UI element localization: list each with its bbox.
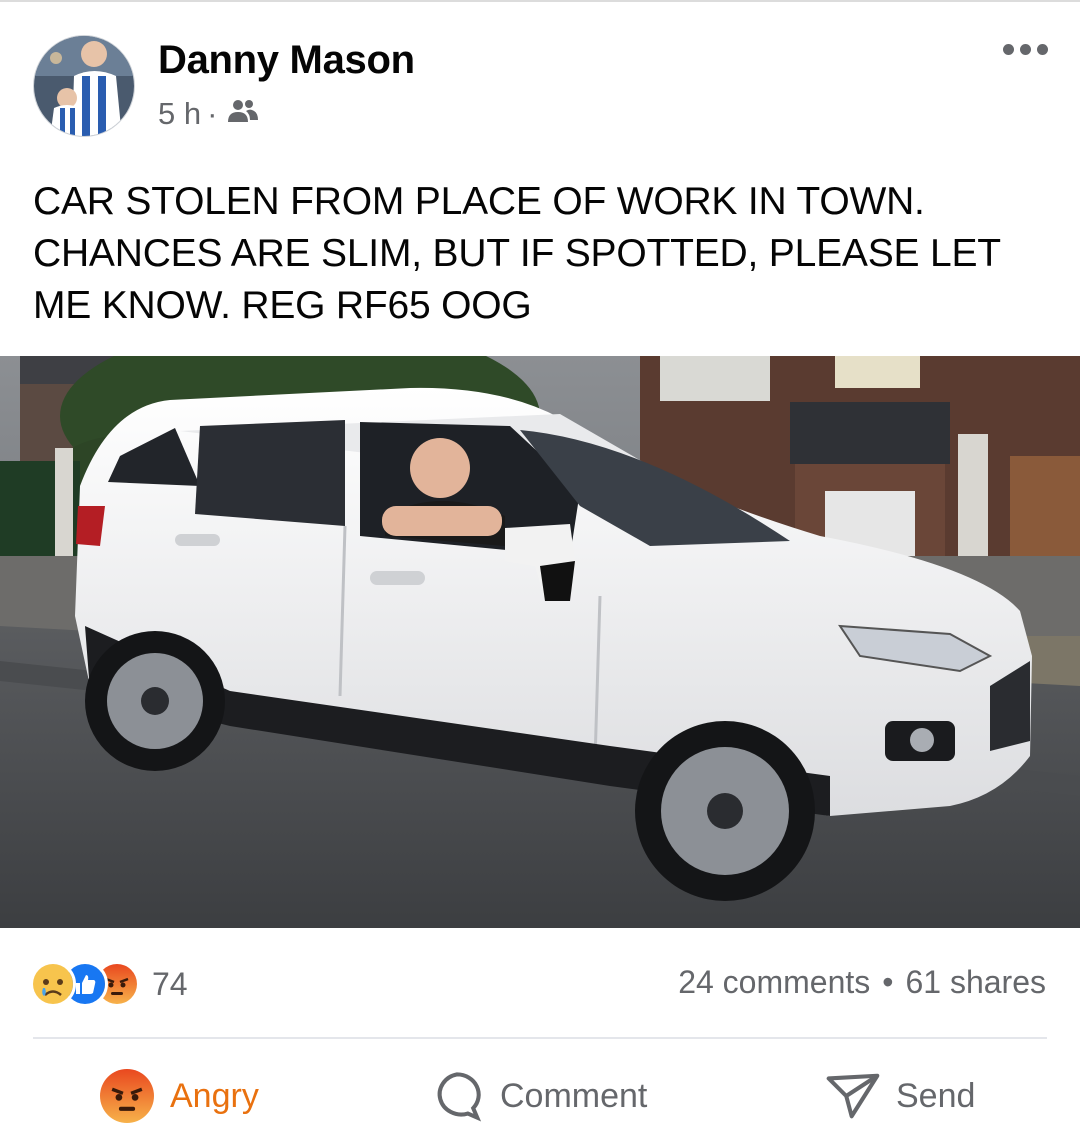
post-stats: 24 comments • 61 shares xyxy=(678,964,1046,1001)
comment-label: Comment xyxy=(500,1076,648,1115)
post-time[interactable]: 5 h xyxy=(158,96,201,132)
reaction-count: 74 xyxy=(152,965,188,1002)
author-name[interactable]: Danny Mason xyxy=(158,38,415,83)
stats-separator: • xyxy=(882,964,894,1000)
post-meta: 5 h · xyxy=(158,96,259,132)
actions-divider xyxy=(33,1037,1047,1039)
send-label: Send xyxy=(896,1076,976,1115)
post-photo[interactable] xyxy=(0,356,1080,928)
send-button[interactable]: Send xyxy=(826,1066,975,1126)
friends-icon xyxy=(227,96,259,132)
comment-button[interactable]: Comment xyxy=(430,1066,647,1126)
comment-icon xyxy=(430,1069,484,1123)
shares-count[interactable]: 61 shares xyxy=(905,964,1046,1001)
avatar[interactable] xyxy=(33,35,135,137)
comments-count[interactable]: 24 comments xyxy=(678,964,870,1001)
angry-reaction-button[interactable]: Angry xyxy=(100,1066,259,1126)
more-dot-icon xyxy=(1003,44,1014,55)
sad-reaction-icon xyxy=(30,961,76,1007)
top-divider xyxy=(0,0,1080,2)
meta-separator: · xyxy=(207,96,218,131)
post-text: CAR STOLEN FROM PLACE OF WORK IN TOWN. C… xyxy=(33,180,1001,327)
more-dot-icon xyxy=(1020,44,1031,55)
more-options-button[interactable] xyxy=(1003,44,1048,55)
angry-reaction-icon xyxy=(100,1069,154,1123)
reactions-summary[interactable]: 74 xyxy=(30,960,188,1008)
angry-label: Angry xyxy=(170,1076,259,1115)
more-dot-icon xyxy=(1037,44,1048,55)
send-icon xyxy=(826,1071,880,1121)
